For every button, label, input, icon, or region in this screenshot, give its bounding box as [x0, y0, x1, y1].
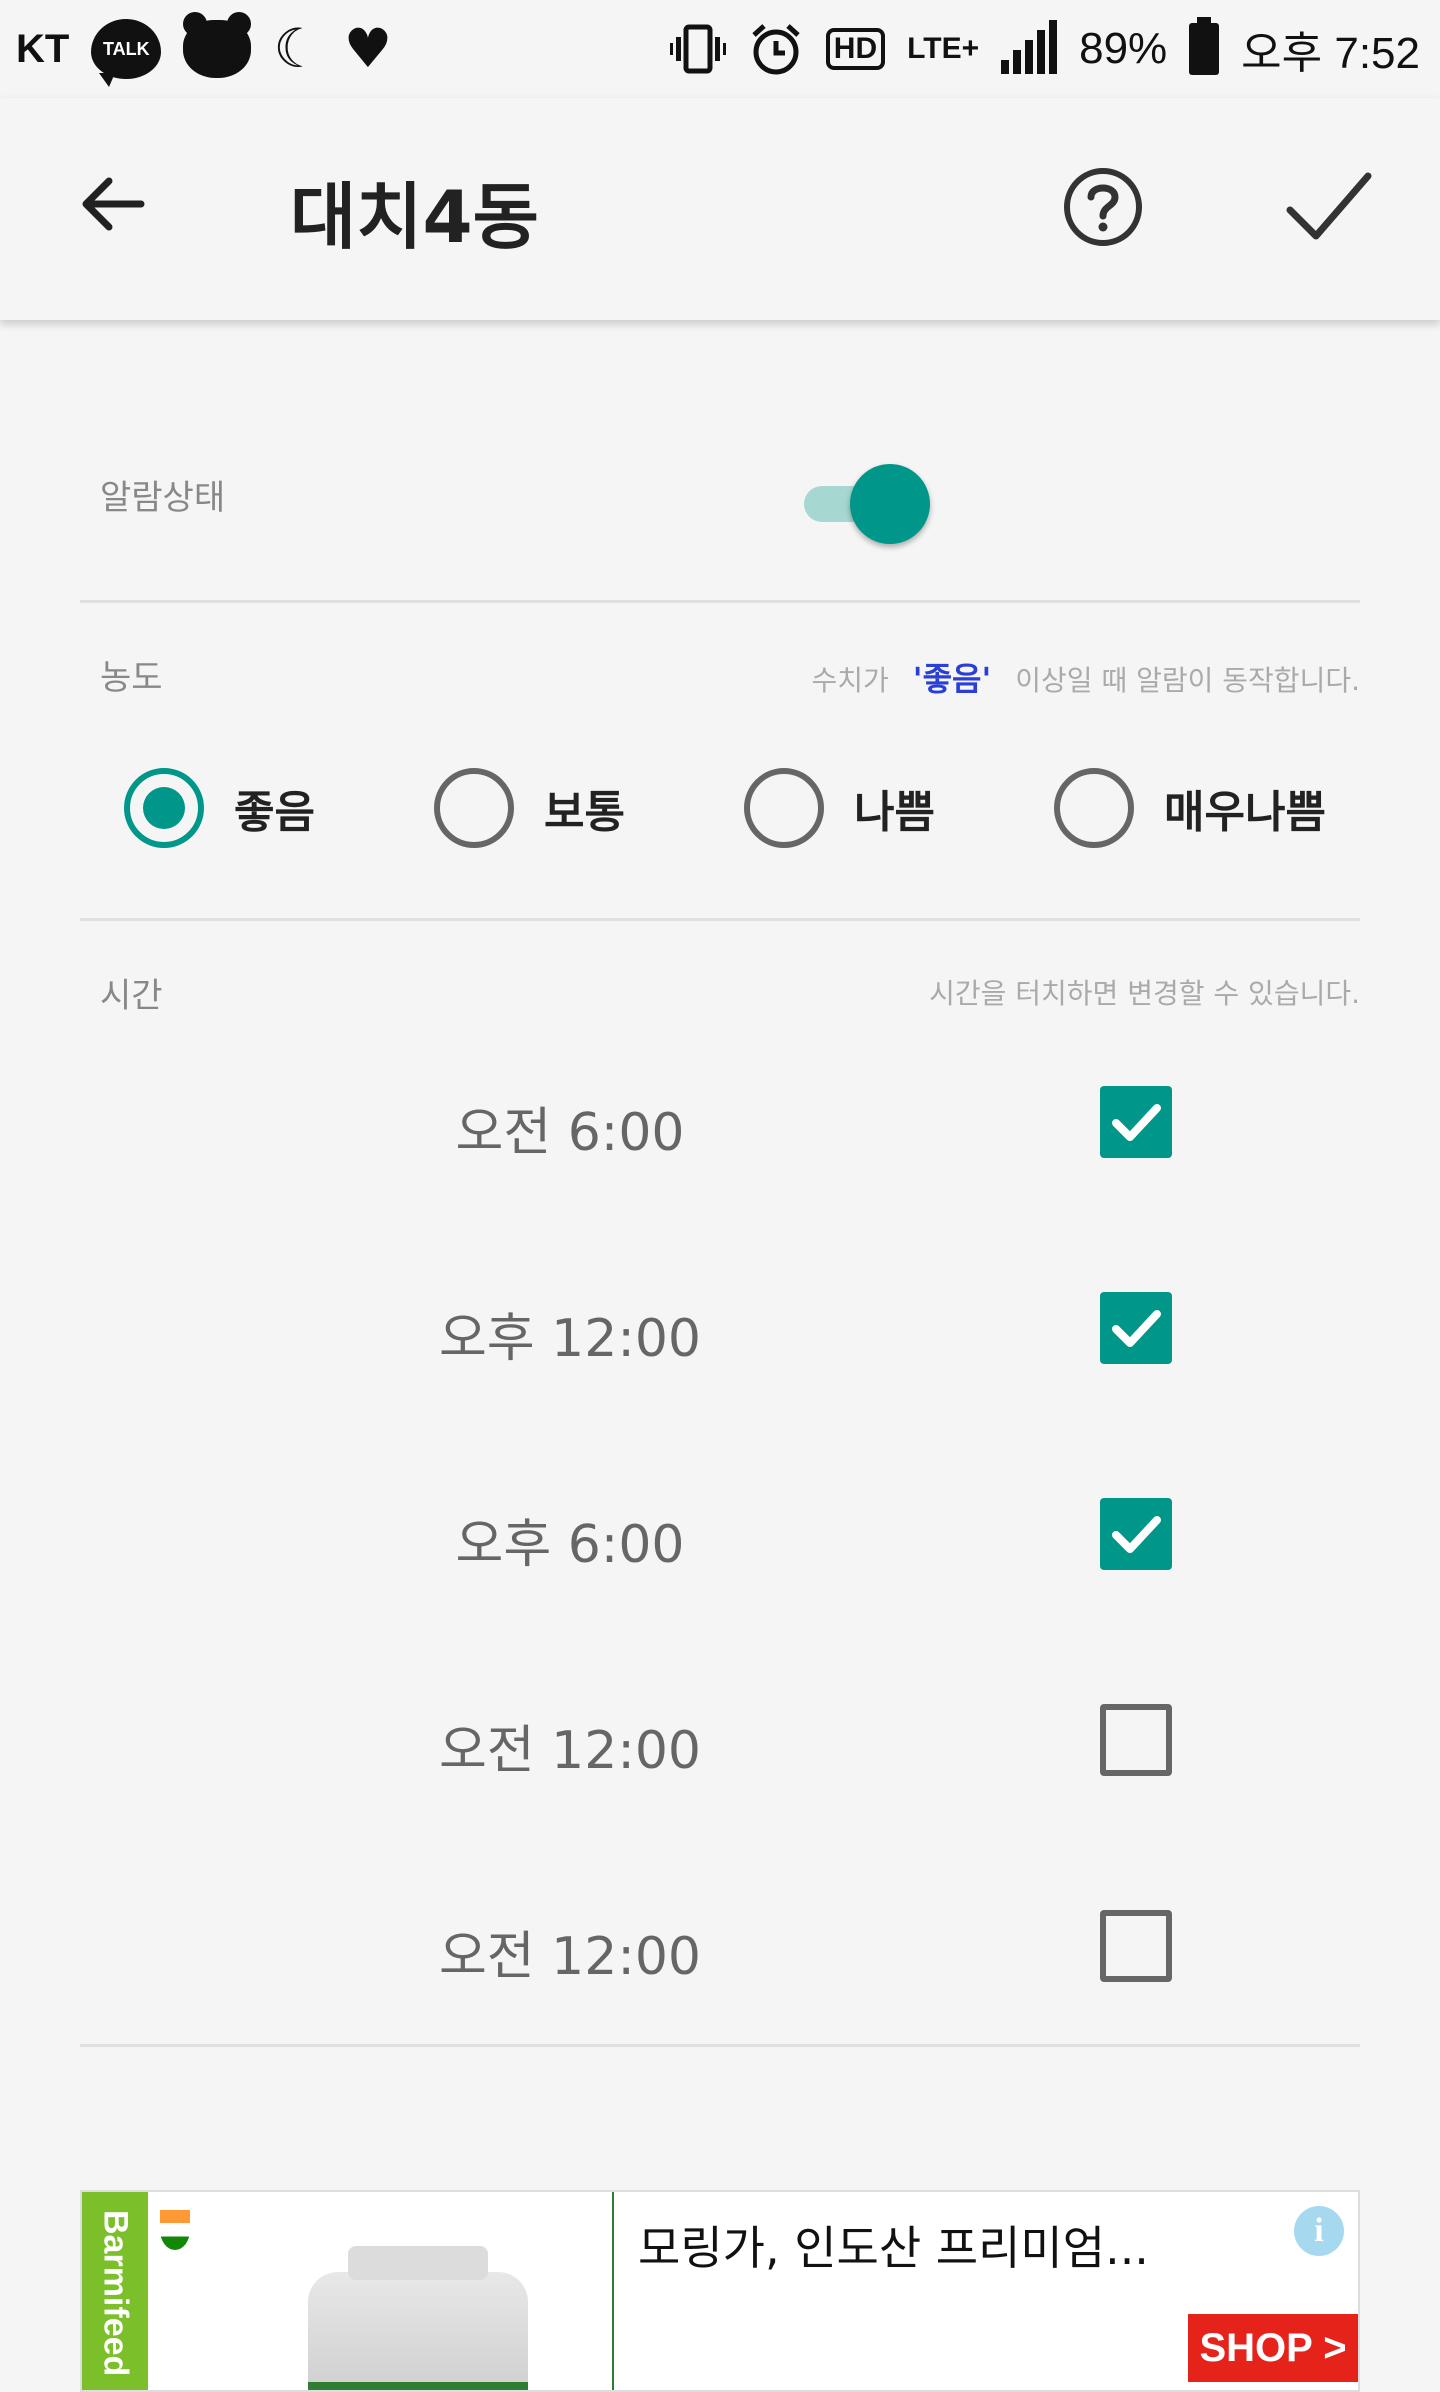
clock-time: 오후 7:52 — [1241, 29, 1420, 78]
talk-badge-label: TALK — [103, 38, 150, 59]
ad-text: 모링가, 인도산 프리미엄... — [638, 2221, 1149, 2275]
radio-bad[interactable]: 나쁨 — [744, 768, 935, 848]
radio-button[interactable] — [124, 768, 204, 848]
time-value[interactable]: 오전 12:00 — [300, 1708, 840, 1783]
time-row: 오전 6:00 — [0, 1064, 1440, 1184]
ad-info-label: i — [1314, 2212, 1324, 2249]
bear-icon — [183, 12, 252, 78]
status-bar: KT TALK ☾ ♥ HD LTE+ 89% 오후 7:52 — [0, 0, 1440, 98]
radio-good[interactable]: 좋음 — [124, 768, 315, 848]
checkmark-icon — [1112, 1310, 1161, 1347]
back-arrow-icon — [82, 177, 145, 231]
radio-very-bad[interactable]: 매우나쁨 — [1054, 768, 1326, 848]
check-icon — [1286, 172, 1372, 240]
alarm-status-label: 알람상태 — [100, 478, 226, 518]
time-checkbox[interactable] — [1100, 1910, 1172, 1982]
radio-button[interactable] — [434, 768, 514, 848]
alarm-clock-icon — [752, 24, 800, 75]
vibrate-icon — [669, 24, 726, 74]
time-value[interactable]: 오후 6:00 — [300, 1502, 840, 1577]
time-row: 오후 12:00 — [0, 1270, 1440, 1390]
lte-icon: LTE+ — [907, 32, 979, 66]
radio-button[interactable] — [744, 768, 824, 848]
radio-button[interactable] — [1054, 768, 1134, 848]
app-bar: 대치4동 — [0, 98, 1440, 320]
time-value[interactable]: 오전 6:00 — [300, 1090, 840, 1165]
time-checkbox[interactable] — [1100, 1704, 1172, 1776]
confirm-button[interactable] — [1284, 164, 1374, 250]
page-title: 대치4동 — [290, 175, 539, 259]
time-row: 오전 12:00 — [0, 1682, 1440, 1802]
network-label: LTE+ — [907, 32, 980, 65]
time-checkbox[interactable] — [1100, 1292, 1172, 1364]
hd-label: HD — [833, 32, 878, 65]
time-checkbox[interactable] — [1100, 1498, 1172, 1570]
carrier-label: KT — [16, 26, 70, 71]
back-button[interactable] — [72, 164, 152, 244]
toggle-thumb — [850, 464, 930, 544]
hint-suffix: 이상일 때 알람이 동작합니다. — [1015, 664, 1360, 697]
help-icon — [1064, 168, 1142, 246]
divider — [80, 2044, 1360, 2047]
time-row: 오후 6:00 — [0, 1476, 1440, 1596]
concentration-label: 농도 — [100, 658, 163, 698]
alarm-toggle[interactable] — [800, 464, 934, 544]
radio-label: 나쁨 — [854, 787, 935, 838]
time-label: 시간 — [100, 976, 163, 1016]
battery-percent: 89% — [1079, 24, 1168, 73]
hint-highlight: '좋음' — [912, 660, 992, 698]
ad-banner[interactable]: Barmifeed 모링가, 인도산 프리미엄... i SHOP > — [80, 2190, 1360, 2392]
shop-button[interactable]: SHOP > — [1188, 2314, 1358, 2382]
radio-label: 보통 — [544, 787, 625, 838]
radio-label: 매우나쁨 — [1164, 787, 1326, 838]
heart-icon: ♥ — [343, 17, 393, 80]
product-bottle-icon — [308, 2246, 528, 2390]
hd-icon: HD — [825, 28, 886, 70]
time-value[interactable]: 오후 12:00 — [300, 1296, 840, 1371]
radio-normal[interactable]: 보통 — [434, 768, 625, 848]
concentration-hint: 수치가 '좋음' 이상일 때 알람이 동작합니다. — [812, 654, 1361, 700]
checkmark-icon — [1112, 1104, 1161, 1141]
ad-image — [148, 2192, 614, 2390]
checkmark-icon — [1112, 1516, 1161, 1553]
india-flag-icon — [160, 2210, 190, 2250]
battery-icon — [1189, 17, 1220, 75]
ad-brand: Barmifeed — [82, 2192, 148, 2390]
time-row: 오전 12:00 — [0, 1888, 1440, 2008]
time-checkbox[interactable] — [1100, 1086, 1172, 1158]
time-hint: 시간을 터치하면 변경할 수 있습니다. — [929, 977, 1360, 1010]
divider — [80, 600, 1360, 603]
kakaotalk-icon: TALK — [91, 19, 162, 87]
divider — [80, 918, 1360, 921]
help-button[interactable] — [1060, 164, 1146, 250]
time-value[interactable]: 오전 12:00 — [300, 1914, 840, 1989]
ad-info-icon[interactable]: i — [1294, 2206, 1344, 2256]
radio-label: 좋음 — [234, 787, 315, 838]
hint-prefix: 수치가 — [811, 664, 889, 697]
signal-icon — [1001, 20, 1058, 74]
moon-icon: ☾ — [273, 17, 322, 80]
